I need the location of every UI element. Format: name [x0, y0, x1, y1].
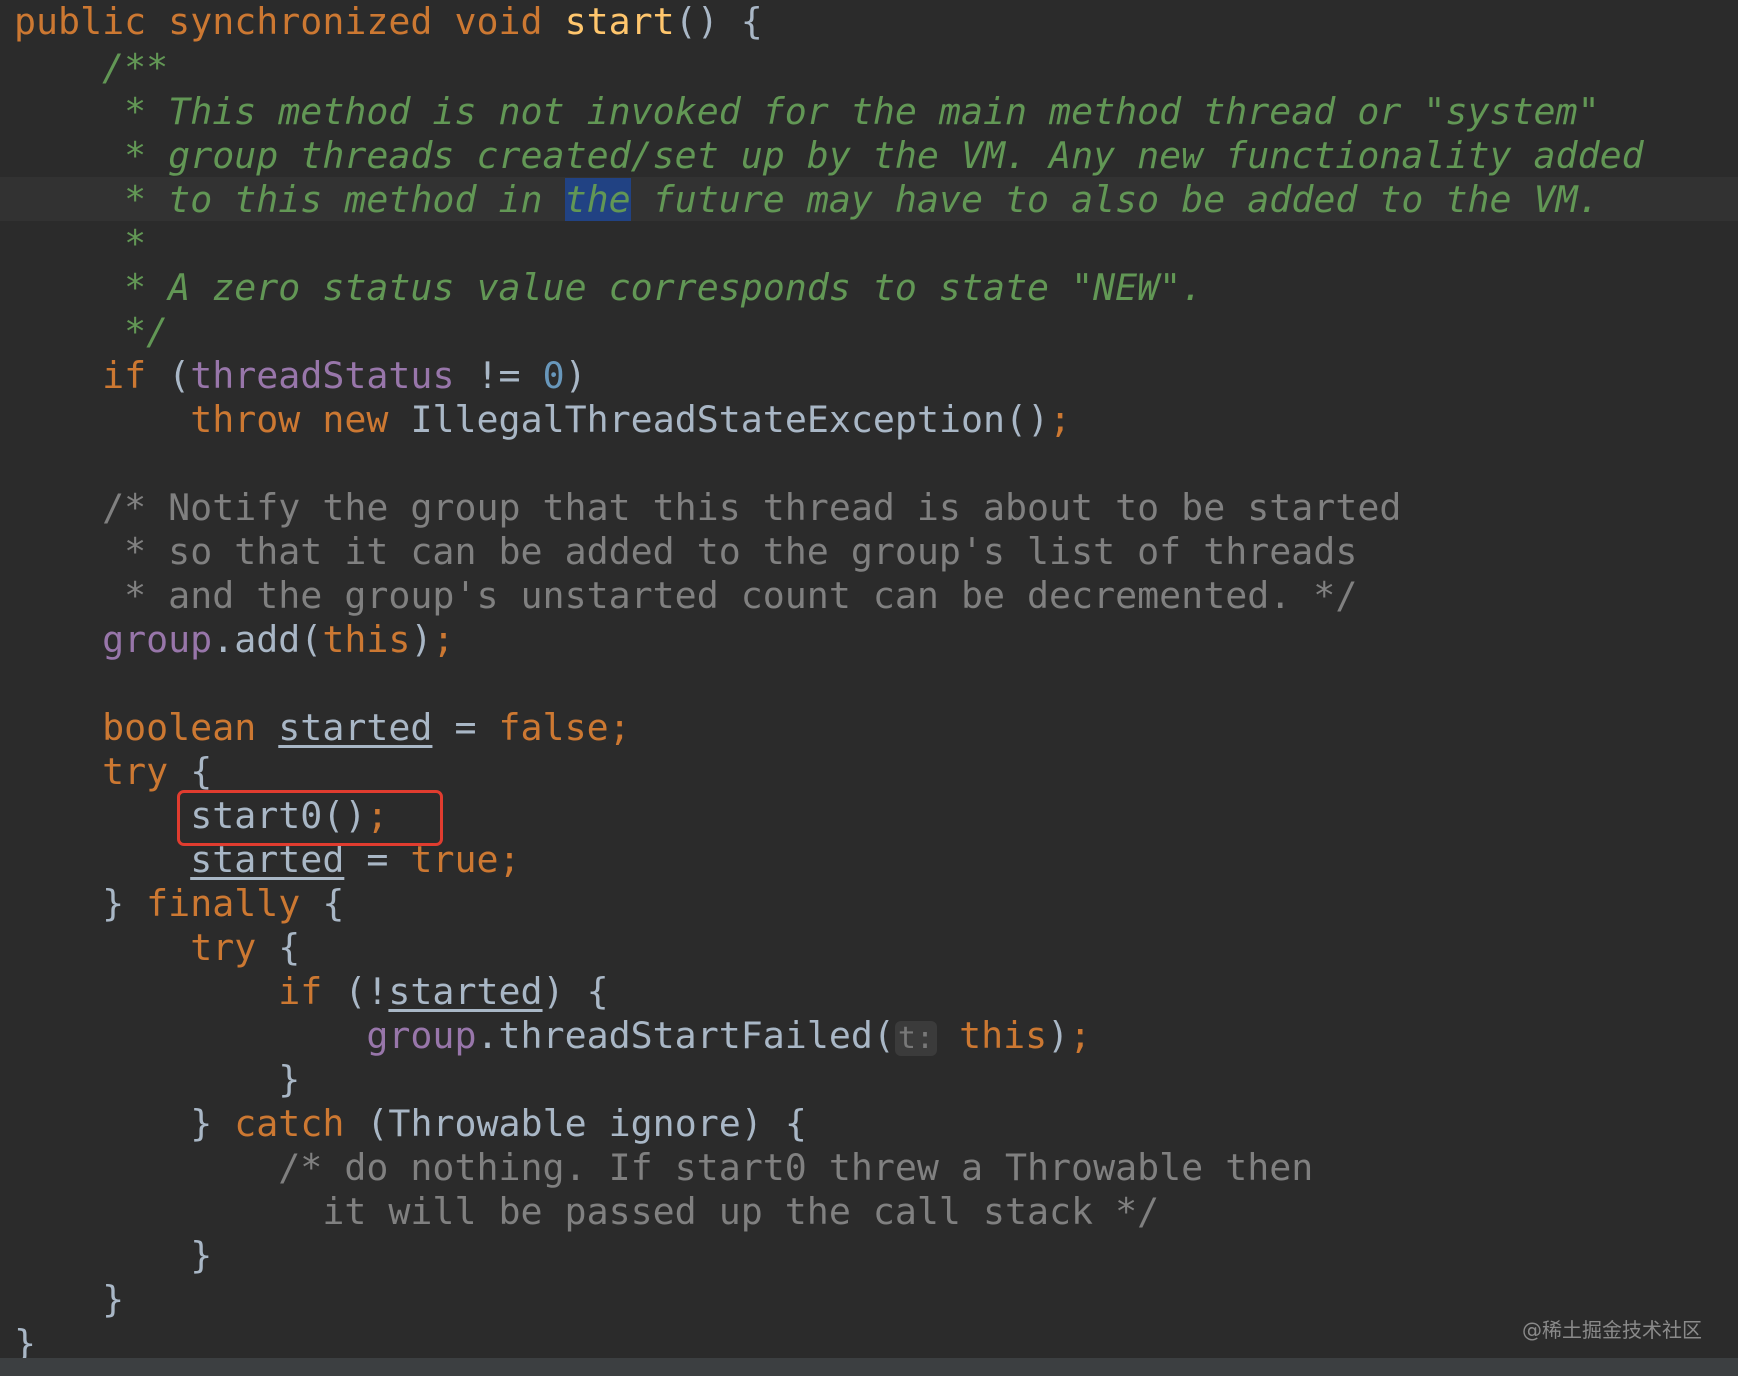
method-call-start0: start0(): [190, 794, 367, 837]
keyword-public: public: [14, 0, 147, 43]
keyword-boolean: boolean: [102, 706, 257, 749]
code-line-21: } finally {: [14, 882, 344, 926]
block-comment-line: /* Notify the group that this thread is …: [102, 486, 1402, 529]
paren: ): [564, 354, 587, 397]
code-line-15: group.add(this);: [14, 618, 455, 662]
keyword-synchronized: synchronized: [168, 0, 433, 43]
code-line-30: }: [14, 1278, 124, 1322]
brace: }: [190, 1234, 213, 1277]
code-line-10: throw new IllegalThreadStateException();: [14, 398, 1071, 442]
doc-comment-open: /**: [102, 46, 169, 89]
code-line-23: if (!started) {: [14, 970, 609, 1014]
keyword-if: if: [102, 354, 147, 397]
code-line-5: * to this method in the future may have …: [14, 178, 1600, 222]
field-group: group: [366, 1014, 477, 1057]
semicolon: ;: [366, 794, 389, 837]
block-comment-line: it will be passed up the call stack */: [322, 1190, 1160, 1233]
paren: ): [410, 618, 433, 661]
brace: }: [190, 1102, 213, 1145]
method-name-start: start: [564, 0, 675, 43]
code-line-13: * so that it can be added to the group's…: [14, 530, 1357, 574]
doc-comment-close: */: [124, 310, 169, 353]
code-line-14: * and the group's unstarted count can be…: [14, 574, 1357, 618]
code-line-26: } catch (Throwable ignore) {: [14, 1102, 807, 1146]
exception-constructor: IllegalThreadStateException(): [410, 398, 1050, 441]
doc-comment-line: * to this method in: [124, 178, 565, 221]
keyword-try: try: [190, 926, 257, 969]
keyword-catch: catch: [234, 1102, 345, 1145]
operator-not: (!: [322, 970, 389, 1013]
code-line-2: /**: [14, 46, 168, 90]
keyword-this: this: [322, 618, 411, 661]
operator-assign: =: [432, 706, 499, 749]
field-threadStatus: threadStatus: [190, 354, 455, 397]
operator-neq: !=: [454, 354, 543, 397]
keyword-false: false: [498, 706, 609, 749]
keyword-throw: throw: [190, 398, 301, 441]
brace: {: [256, 926, 301, 969]
brace: ) {: [542, 970, 609, 1013]
keyword-try: try: [102, 750, 169, 793]
keyword-new: new: [322, 398, 389, 441]
keyword-void: void: [454, 0, 543, 43]
watermark: @稀土掘金技术社区: [1522, 1318, 1702, 1342]
code-line-6: *: [14, 222, 146, 266]
code-line-28: it will be passed up the call stack */: [14, 1190, 1159, 1234]
code-line-24: group.threadStartFailed(t: this);: [14, 1014, 1091, 1058]
block-comment-line: * and the group's unstarted count can be…: [124, 574, 1358, 617]
semicolon: ;: [1049, 398, 1072, 441]
keyword-finally: finally: [146, 882, 301, 925]
parameter-hint: t:: [894, 1021, 938, 1056]
brace: {: [300, 882, 345, 925]
number-zero: 0: [542, 354, 565, 397]
brace: }: [278, 1058, 301, 1101]
brace: {: [168, 750, 213, 793]
field-group: group: [102, 618, 213, 661]
keyword-if: if: [278, 970, 323, 1013]
block-comment-line: * so that it can be added to the group's…: [124, 530, 1358, 573]
code-line-1: public synchronized void start() {: [14, 0, 763, 44]
code-line-3: * This method is not invoked for the mai…: [14, 90, 1600, 134]
code-line-25: }: [14, 1058, 300, 1102]
keyword-this: this: [959, 1014, 1048, 1057]
code-line-22: try {: [14, 926, 300, 970]
code-line-8: */: [14, 310, 168, 354]
local-var-started: started: [388, 970, 543, 1013]
catch-args: (Throwable ignore) {: [344, 1102, 807, 1145]
code-line-27: /* do nothing. If start0 threw a Throwab…: [14, 1146, 1313, 1190]
doc-comment-line: * This method is not invoked for the mai…: [124, 90, 1600, 133]
local-var-started: started: [278, 706, 433, 749]
search-highlight: the: [564, 178, 631, 221]
method-signature-open: () {: [674, 0, 763, 43]
code-line-9: if (threadStatus != 0): [14, 354, 587, 398]
code-line-19: start0();: [14, 794, 388, 838]
brace: }: [102, 882, 125, 925]
code-line-18: try {: [14, 750, 212, 794]
code-line-7: * A zero status value corresponds to sta…: [14, 266, 1203, 310]
doc-comment-line: * A zero status value corresponds to sta…: [124, 266, 1204, 309]
code-line-29: }: [14, 1234, 212, 1278]
semicolon: ;: [498, 838, 521, 881]
semicolon: ;: [608, 706, 631, 749]
doc-comment-line: * group threads created/set up by the VM…: [124, 134, 1644, 177]
brace: }: [102, 1278, 125, 1321]
paren: (: [168, 354, 191, 397]
method-call-add: .add(: [212, 618, 323, 661]
doc-comment-line: future may have to also be added to the …: [630, 178, 1600, 221]
code-line-17: boolean started = false;: [14, 706, 631, 750]
doc-comment-line: *: [124, 222, 147, 265]
code-line-12: /* Notify the group that this thread is …: [14, 486, 1401, 530]
semicolon: ;: [1069, 1014, 1092, 1057]
status-bar-edge: [0, 1358, 1738, 1376]
code-editor[interactable]: public synchronized void start() { /** *…: [0, 0, 1738, 1376]
code-line-4: * group threads created/set up by the VM…: [14, 134, 1644, 178]
method-call-threadStartFailed: .threadStartFailed(: [476, 1014, 895, 1057]
block-comment-line: /* do nothing. If start0 threw a Throwab…: [278, 1146, 1314, 1189]
semicolon: ;: [432, 618, 455, 661]
paren: ): [1047, 1014, 1070, 1057]
